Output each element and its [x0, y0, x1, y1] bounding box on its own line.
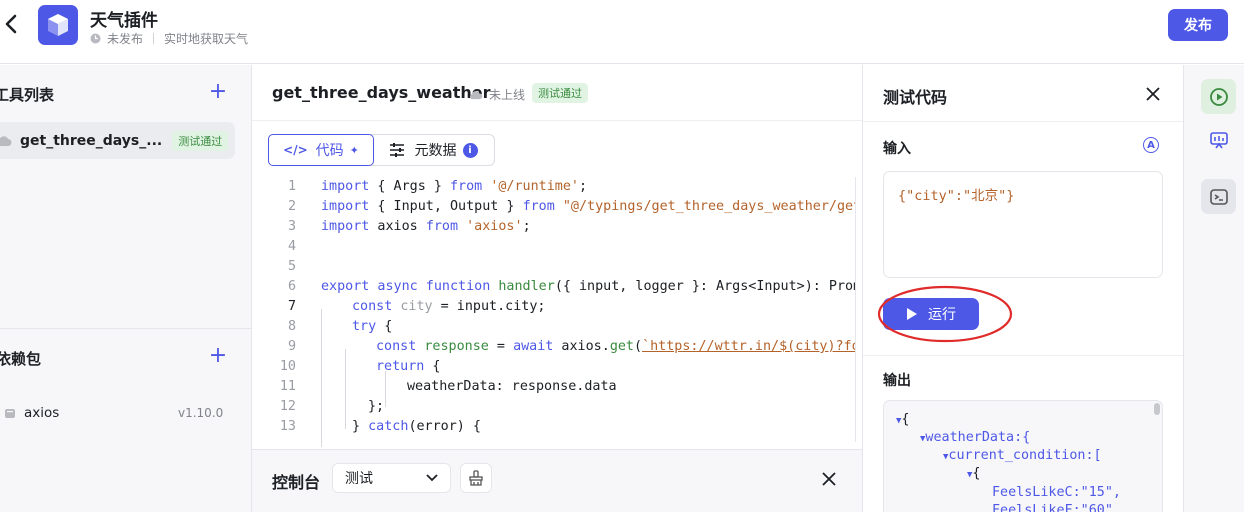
console-mode-value: 测试: [345, 471, 373, 487]
plugin-meta: 未发布 实时地获取天气: [90, 30, 248, 47]
publish-status: 未发布: [107, 32, 144, 46]
editor-tabs: </> 代码 ✦ 元数据 i: [268, 134, 495, 166]
terminal-icon: [1209, 188, 1228, 205]
code-line: 7 const city = input.city;: [287, 299, 546, 314]
code-line: 2 import { Input, Output } from "@/typing…: [287, 199, 855, 214]
annotation-ellipse: [877, 285, 1013, 343]
dependency-item[interactable]: axios v1.10.0: [0, 401, 235, 425]
section-divider: [0, 328, 252, 329]
code-editor[interactable]: 1 import { Args } from '@/runtime'; 2 impo…: [252, 177, 855, 447]
tool-name: get_three_days_...: [20, 132, 163, 149]
tab-code[interactable]: </> 代码 ✦: [268, 134, 374, 166]
code-line: 5: [287, 259, 296, 274]
test-panel: 测试代码 输入 A {"city":"北京"} 运行 输出 ▼{ ▼weathe…: [862, 65, 1184, 512]
top-header: 天气插件 未发布 实时地获取天气 发布: [0, 0, 1244, 64]
tab-metadata-label: 元数据: [414, 143, 457, 159]
console-title: 控制台: [272, 473, 321, 492]
close-test-panel-icon[interactable]: [1143, 84, 1163, 104]
panel-divider: [863, 355, 1184, 356]
test-output-viewer[interactable]: ▼{ ▼weatherData:{ ▼current_condition:[ ▼…: [883, 400, 1163, 512]
code-line: 4: [287, 239, 296, 254]
code-line: 9 const response = await axios.get(`https…: [287, 339, 855, 354]
code-line: 13} catch(error) {: [279, 419, 481, 434]
clear-console-button[interactable]: [460, 463, 492, 493]
status-clock-icon: [90, 33, 101, 44]
output-line: ▼{: [967, 466, 981, 481]
plugin-logo-cube-icon: [38, 5, 78, 45]
publish-button[interactable]: 发布: [1168, 9, 1228, 41]
console-panel: 控制台 测试: [252, 449, 862, 512]
rail-terminal-button[interactable]: [1201, 179, 1236, 214]
add-dependency-plus-icon[interactable]: +: [208, 345, 228, 367]
broom-icon: [469, 470, 483, 486]
sparkle-icon: ✦: [349, 143, 359, 157]
code-line: 1 import { Args } from '@/runtime';: [287, 179, 588, 194]
test-pass-badge: 测试通过: [532, 83, 588, 103]
test-input-field[interactable]: {"city":"北京"}: [883, 171, 1163, 278]
input-label: 输入: [883, 141, 911, 157]
code-line: 12};: [279, 399, 385, 414]
sliders-icon: [389, 143, 404, 157]
dependency-name: axios: [24, 405, 60, 421]
meta-divider: [153, 33, 155, 44]
code-brackets-icon: </>: [283, 143, 308, 157]
cloud-icon: [0, 135, 12, 146]
tool-list-item[interactable]: get_three_days_... 测试通过: [0, 122, 235, 159]
code-line: 6 export async function handler({ input, …: [287, 279, 855, 294]
tools-section-title: 工具列表: [0, 86, 55, 104]
auto-generate-input-icon[interactable]: A: [1143, 137, 1159, 153]
code-editor-area: get_three_days_weather 未上线 测试通过 </> 代码 ✦…: [252, 65, 862, 512]
test-input-value: {"city":"北京"}: [898, 188, 1015, 204]
panel-divider: [863, 121, 1184, 122]
code-line: 11 weatherData: response.data: [279, 379, 617, 394]
output-line: ▼weatherData:{: [920, 430, 1031, 445]
tab-code-label: 代码: [315, 143, 344, 159]
output-line: ▼current_condition:[: [943, 448, 1102, 463]
close-console-icon[interactable]: [819, 469, 839, 489]
back-chevron-icon[interactable]: [2, 12, 22, 36]
rail-monitor-button[interactable]: [1201, 123, 1236, 158]
function-name: get_three_days_weather: [272, 83, 491, 102]
output-label: 输出: [883, 373, 911, 389]
dependency-version: v1.10.0: [178, 406, 224, 420]
output-scrollbar[interactable]: [1154, 403, 1160, 415]
online-status: 未上线: [469, 86, 525, 103]
cloud-icon: [469, 90, 483, 99]
rail-run-test-button[interactable]: [1201, 79, 1236, 114]
deps-section-title: 依赖包: [0, 350, 42, 368]
add-tool-plus-icon[interactable]: +: [208, 81, 228, 103]
left-sidebar: 工具列表 + get_three_days_... 测试通过 依赖包 + axi…: [0, 65, 252, 512]
right-tool-rail: [1183, 65, 1244, 512]
console-mode-select[interactable]: 测试: [332, 463, 451, 493]
tool-test-badge: 测试通过: [172, 130, 229, 151]
code-line: 3 import axios from 'axios';: [287, 219, 531, 234]
code-line: 8 try {: [287, 319, 393, 334]
output-line: FeelsLikeF:"60",: [992, 503, 1121, 512]
plugin-title: 天气插件: [90, 11, 158, 31]
tab-metadata[interactable]: 元数据 i: [373, 135, 493, 165]
monitor-icon: [1209, 131, 1228, 148]
test-panel-title: 测试代码: [883, 88, 948, 107]
play-circle-icon: [1209, 87, 1228, 106]
online-status-text: 未上线: [489, 88, 526, 102]
package-icon: [5, 409, 15, 418]
function-header: get_three_days_weather 未上线 测试通过: [252, 65, 862, 121]
editor-scroll-edge: [855, 177, 856, 442]
info-icon: i: [462, 142, 478, 158]
code-line: 10 return {: [279, 359, 441, 374]
output-line: FeelsLikeC:"15",: [992, 485, 1121, 500]
output-line: ▼{: [896, 412, 910, 427]
plugin-description: 实时地获取天气: [164, 32, 249, 46]
chevron-down-icon: [426, 474, 438, 482]
